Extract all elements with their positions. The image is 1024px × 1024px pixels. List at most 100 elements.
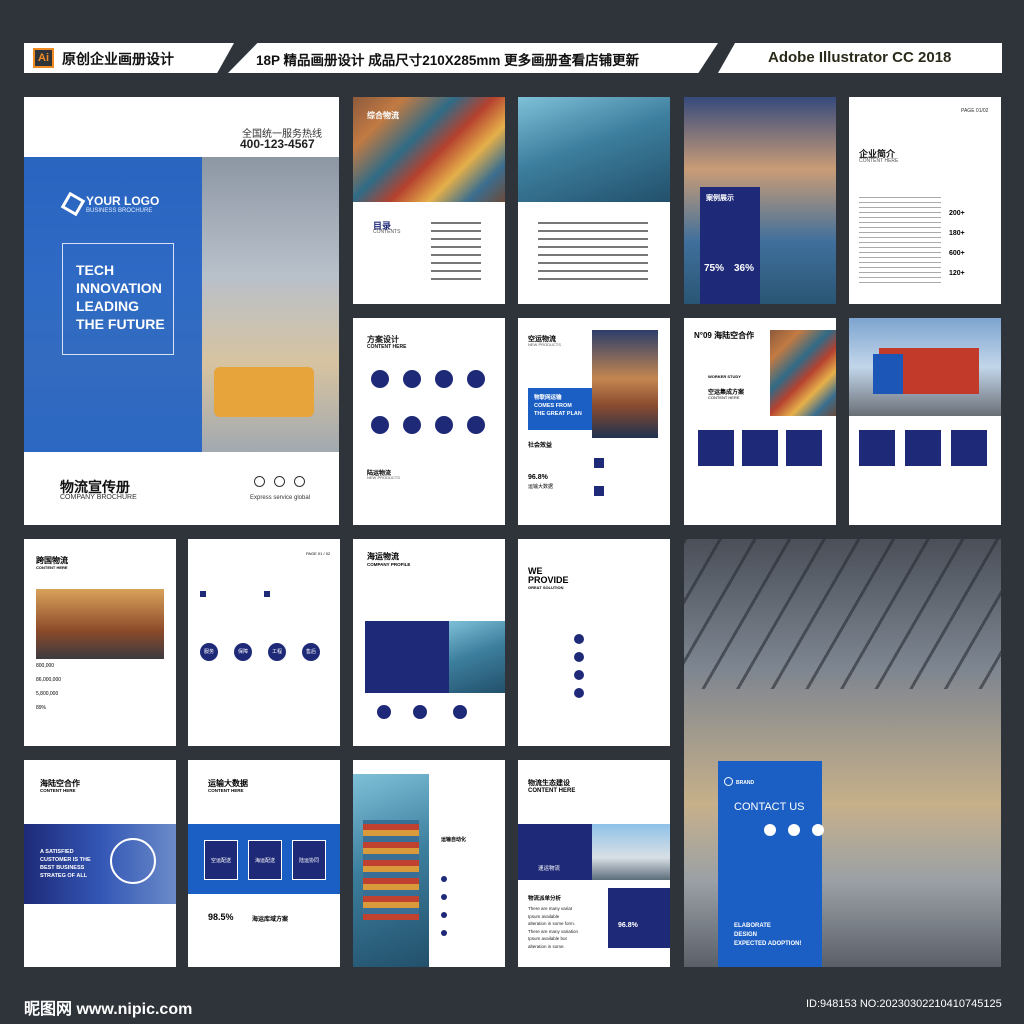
banner-line: THE GREAT PLAN: [534, 411, 582, 417]
toc-subtitle: CONTENTS: [373, 229, 401, 235]
feature-tile: [786, 430, 822, 466]
tagline-line: ELABORATE: [734, 923, 771, 929]
page-automation: 运输自动化: [353, 760, 505, 967]
page-number: N°09: [694, 331, 712, 340]
page-subtitle: COMPANY PROFILE: [367, 562, 411, 567]
page-subtitle: CONTENT HERE: [859, 158, 899, 164]
feature-icon: [574, 634, 584, 644]
more-icon: [467, 416, 485, 434]
bullet-icon: [441, 894, 447, 900]
tagline-line: DESIGN: [734, 932, 758, 938]
email-icon: [788, 824, 800, 836]
banner-line: CUSTOMER IS THE: [40, 857, 91, 863]
page-cross-border: 跨国物流 CONTENT HERE 800,000 86,000,000 5,8…: [24, 539, 176, 746]
agv-robot-image: [214, 367, 314, 417]
data-box: 空运配送: [204, 840, 238, 880]
banner-text: 物联网运输 COMES FROM THE GREAT PLAN: [534, 394, 582, 418]
electronic-icon: [403, 370, 421, 388]
bullet-list: There are many variat Ipsum available al…: [528, 905, 578, 950]
page-ecosystem: 物流生态建设 CONTENT HERE 速运物流 物流派单分析 There ar…: [518, 760, 670, 967]
feature-icon: [574, 688, 584, 698]
bullet-item: alteration in some.: [528, 943, 565, 949]
headline-line: INNOVATION: [76, 280, 162, 296]
stat: 200+: [949, 210, 965, 217]
header-left-title: 原创企业画册设计: [62, 51, 174, 67]
banner-circle: [110, 838, 156, 884]
feature-tile: [951, 430, 987, 466]
stat-2: 36%: [734, 263, 755, 274]
page-company-intro: PAGE 01/02 企业简介 CONTENT HERE 200+ 180+ 6…: [849, 97, 1001, 304]
toc-list: [431, 222, 481, 282]
stat: 600+: [949, 250, 965, 257]
truck-cab: [873, 354, 903, 394]
page-we-provide: WE PROVIDE GREAT SOLUTION: [518, 539, 670, 746]
number: 86,000,000: [36, 677, 62, 683]
data-box: 海运配送: [248, 840, 282, 880]
page-contact: BRAND CONTACT US ELABORATE DESIGN EXPECT…: [684, 539, 1001, 967]
banner-line: COMES FROM: [534, 403, 572, 409]
footer-id: ID:948153 NO:20230302210410745125: [806, 998, 1002, 1010]
page-subtitle: CONTENT HERE: [208, 788, 244, 793]
label-circle: 保障: [234, 643, 252, 661]
number: 89%: [36, 705, 47, 711]
brand-label: BRAND: [736, 780, 755, 786]
feature-label: 速运物流: [538, 866, 561, 872]
bonded-icon: [467, 370, 485, 388]
page-sea-logistics: 海运物流 COMPANY PROFILE: [353, 539, 505, 746]
bullet-icon: [264, 591, 270, 597]
service-icon: [371, 370, 389, 388]
feature-tile: [905, 430, 941, 466]
stat: 96.8%: [618, 922, 638, 929]
page-subtitle: CONTENT HERE: [528, 788, 576, 794]
stat-label: 运输大数据: [528, 484, 554, 490]
banner-line: A SATISFIED: [40, 849, 74, 855]
tagline: ELABORATE DESIGN EXPECTED ADOPTION!: [734, 922, 801, 949]
precision-icon: [435, 416, 453, 434]
warehouse-exterior-image: [592, 824, 670, 880]
feature-tile: [698, 430, 734, 466]
footer-site: 昵图网 www.nipic.com: [24, 1001, 193, 1018]
bullet-icon: [441, 912, 447, 918]
logo-subtext: BUSINESS BROCHURE: [86, 208, 153, 214]
page-cooperation: N°09 海陆空合作 WORKER STUDY 空运集成方案 CONTENT H…: [684, 318, 836, 525]
section-title: 社会效益: [528, 443, 553, 449]
page-case-display: 案例展示 75% 36%: [684, 97, 836, 304]
contact-title: CONTACT US: [734, 801, 805, 813]
toc-list: [538, 222, 648, 282]
cover-title-en: COMPANY BROCHURE: [60, 494, 137, 501]
page-contents-b: [518, 97, 670, 304]
label-circle: 工程: [268, 643, 286, 661]
label-circle: 服务: [200, 643, 218, 661]
banner-text: A SATISFIED CUSTOMER IS THE BEST BUSINES…: [40, 848, 91, 880]
page-big-data: 运输大数据 CONTENT HERE 空运配送 海运配送 陆运协同 98.5% …: [188, 760, 340, 967]
analysis-title: 物流派单分析: [528, 896, 562, 902]
illustrator-icon: Ai: [33, 48, 54, 68]
tagline-line: EXPECTED ADOPTION!: [734, 941, 802, 947]
header-right-title: Adobe Illustrator CC 2018: [768, 49, 952, 66]
banner-line: 物联网运输: [534, 395, 562, 401]
stat: 120+: [949, 270, 965, 277]
page-title: 海运物流: [367, 552, 399, 561]
page-solution-design: 方案设计 CONTENT HERE 陆运物流 NEW PRODUCTS: [353, 318, 505, 525]
page-contents-a: 综合物流 目录 CONTENTS: [353, 97, 505, 304]
page-subtitle: GREAT SOLUTION: [528, 585, 564, 590]
service-text: Express service global: [250, 495, 311, 501]
truck-icon: [274, 476, 285, 487]
page-subtitle: CONTENT HERE: [36, 565, 68, 570]
stat: 180+: [949, 230, 965, 237]
ship-image: [449, 621, 505, 693]
sunset-port-image: [592, 330, 658, 438]
location-icon: [812, 824, 824, 836]
page-subtitle: CONTENT HERE: [367, 344, 407, 350]
bullet-icon: [200, 591, 206, 597]
equipment-icon: [371, 416, 389, 434]
page-title: 物流生态建设: [528, 780, 570, 787]
logo-text: YOUR LOGO: [86, 194, 160, 208]
stat-panel: [608, 888, 670, 948]
truck-road-image: [36, 589, 164, 659]
page-truck: [849, 318, 1001, 525]
page-number: PAGE 01/02: [961, 108, 989, 114]
page-title: N°09 海陆空合作: [694, 330, 754, 341]
headline-line: TECH: [76, 262, 115, 278]
service-icon: [594, 458, 604, 468]
